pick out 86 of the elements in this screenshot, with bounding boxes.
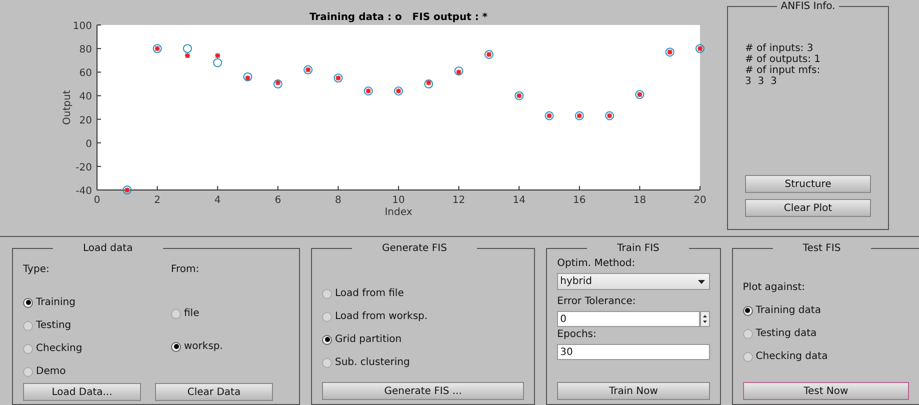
tick-label: 16 [573, 195, 586, 206]
output-point [244, 74, 251, 82]
option-label[interactable]: Training data [756, 305, 821, 316]
option-label[interactable]: Grid partition [335, 334, 402, 345]
panel-button[interactable]: Clear Plot [745, 199, 871, 217]
output-point [426, 80, 432, 86]
tick-label: 14 [512, 195, 526, 206]
panel-title: Test FIS [802, 243, 842, 254]
radio-button[interactable] [742, 328, 753, 338]
generate-button[interactable]: Generate FIS ... [322, 382, 524, 400]
tick-label: 10 [392, 195, 405, 206]
option-label[interactable]: Checking [36, 343, 82, 354]
tick-label: -40 [76, 186, 92, 197]
option-label[interactable]: Testing [36, 320, 72, 331]
training-point [424, 79, 434, 88]
tick-label: 0 [94, 195, 100, 206]
training-point [182, 44, 192, 54]
info-text: 3 3 3 [745, 76, 778, 87]
option-label[interactable]: worksp. [184, 341, 223, 352]
tick-label: 80 [79, 44, 92, 56]
chart-title: Training data : o FIS output : * [309, 12, 488, 23]
radio-button[interactable] [23, 320, 33, 330]
output-point [214, 52, 221, 59]
tick-label: 100 [72, 21, 92, 32]
tick-label: 20 [79, 115, 92, 126]
radio-button[interactable] [23, 298, 33, 308]
option-label[interactable]: file [184, 308, 200, 319]
tolerance-label: Error Tolerance: [557, 296, 637, 307]
caret-icon [698, 280, 705, 284]
train-button[interactable]: Train Now [557, 382, 710, 400]
tick-label: 4 [214, 195, 221, 206]
from-label: From: [171, 263, 200, 277]
radio-button[interactable] [23, 344, 33, 354]
radio-button[interactable] [322, 358, 332, 368]
radio-button[interactable] [171, 308, 181, 318]
training-point [273, 79, 282, 88]
test-button[interactable]: Test Now [742, 382, 909, 400]
tick-label: 0 [86, 138, 92, 150]
epochs-label: Epochs: [557, 329, 598, 340]
tick-label: 8 [335, 195, 342, 206]
tick-label: 20 [694, 195, 706, 206]
panel-title: Generate FIS [381, 243, 448, 254]
method-dropdown[interactable]: hybrid [557, 273, 710, 290]
output-point [456, 69, 462, 76]
radio-button[interactable] [171, 342, 181, 352]
info-text: # of outputs: 1 [745, 54, 822, 65]
training-point [243, 72, 252, 82]
option-label[interactable]: Checking data [756, 351, 828, 362]
option-label[interactable]: Sub. clustering [335, 357, 410, 368]
axis-label: Output [62, 90, 73, 125]
option-label[interactable]: Load from file [335, 288, 404, 299]
training-point [454, 66, 464, 76]
tick-label: 2 [154, 195, 160, 206]
panel-title: Train FIS [616, 243, 660, 254]
plot-against-label: Plot against: [742, 281, 806, 295]
tolerance-field[interactable]: 0 [557, 311, 700, 327]
panel-button[interactable]: Structure [745, 175, 871, 193]
load-button[interactable]: Load Data... [23, 383, 141, 401]
info-text: # of input mfs: [745, 65, 822, 76]
radio-button[interactable] [742, 352, 753, 362]
spinner-icon[interactable] [700, 311, 710, 327]
training-point [213, 58, 222, 68]
tick-label: 12 [452, 195, 466, 206]
tick-label: 6 [274, 195, 282, 206]
tick-label: 18 [633, 195, 646, 206]
option-label[interactable]: Load from worksp. [335, 311, 428, 322]
epochs-field[interactable]: 30 [557, 344, 710, 360]
load-button[interactable]: Clear Data [155, 383, 273, 401]
radio-button[interactable] [742, 306, 753, 316]
tick-label: -20 [76, 162, 92, 174]
radio-button[interactable] [322, 334, 332, 344]
axis-label: Index [384, 207, 412, 218]
output-point [184, 52, 191, 59]
option-label[interactable]: Demo [36, 366, 66, 377]
tick-label: 40 [79, 92, 92, 103]
method-label: Optim. Method: [557, 258, 636, 269]
type-label: Type: [23, 263, 50, 277]
option-label[interactable]: Testing data [756, 328, 817, 339]
option-label[interactable]: Training [36, 297, 76, 308]
radio-button[interactable] [322, 288, 332, 298]
output-point [274, 80, 281, 86]
radio-button[interactable] [23, 366, 33, 376]
radio-button[interactable] [322, 312, 332, 322]
info-text: # of inputs: 3 [745, 43, 814, 54]
panel-title: Load data [82, 243, 134, 254]
tick-label: 60 [79, 68, 92, 80]
